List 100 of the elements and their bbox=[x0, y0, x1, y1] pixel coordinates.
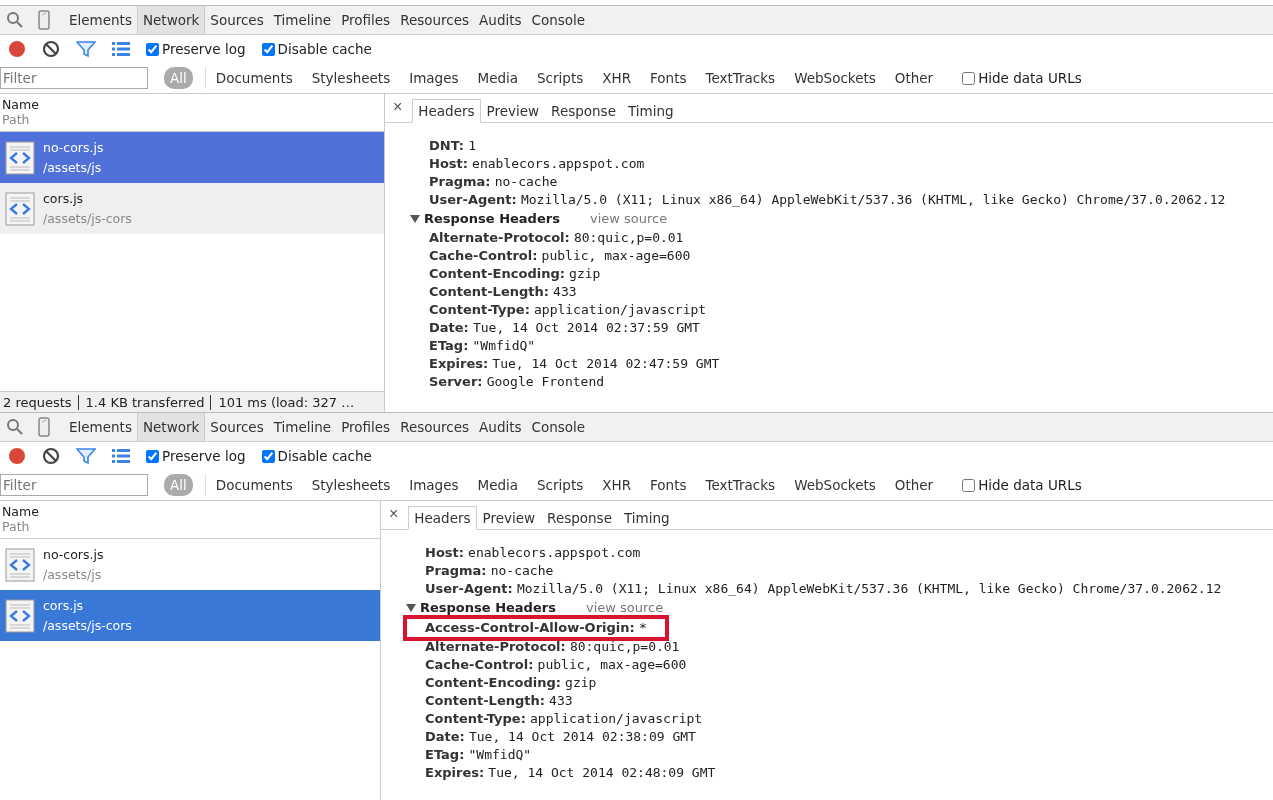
type-filter[interactable]: Documents bbox=[204, 67, 299, 89]
type-filter[interactable]: Images bbox=[403, 67, 465, 89]
status-text: 101 ms (load: 327 … bbox=[210, 394, 361, 410]
request-row[interactable]: cors.js /assets/js-cors bbox=[0, 183, 384, 234]
type-filter[interactable]: Scripts bbox=[531, 67, 590, 89]
type-filter[interactable]: Images bbox=[403, 474, 465, 496]
filter-field[interactable]: Filter bbox=[0, 474, 148, 496]
panel-tab[interactable]: Audits bbox=[474, 6, 527, 34]
status-text: 1.4 KB transferred bbox=[77, 394, 211, 410]
header-line: Content-Encoding: gzip bbox=[428, 265, 601, 283]
panel-tab[interactable]: Network bbox=[136, 413, 206, 441]
phone-icon[interactable] bbox=[38, 417, 50, 437]
filter-icon[interactable] bbox=[76, 447, 96, 465]
close-button[interactable]: × bbox=[391, 98, 413, 122]
request-name: no-cors.js bbox=[43, 140, 104, 155]
panel-tab[interactable]: Console bbox=[526, 6, 591, 34]
checkbox[interactable] bbox=[962, 71, 976, 85]
clear-icon[interactable] bbox=[42, 447, 60, 465]
panel-tab[interactable]: Elements bbox=[64, 6, 137, 34]
disclosure-triangle-icon[interactable] bbox=[410, 215, 420, 223]
panel-tab[interactable]: Network bbox=[136, 6, 206, 34]
panel-tab[interactable]: Sources bbox=[205, 413, 269, 441]
disclosure-triangle-icon[interactable] bbox=[406, 604, 416, 612]
filter-field[interactable]: Filter bbox=[0, 67, 148, 89]
type-filter[interactable]: TextTracks bbox=[699, 474, 782, 496]
type-filter[interactable]: Media bbox=[471, 474, 525, 496]
panel-tab[interactable]: Resources bbox=[395, 6, 475, 34]
type-filter[interactable]: WebSockets bbox=[788, 67, 882, 89]
checkbox[interactable] bbox=[261, 42, 275, 56]
detail-tab[interactable]: Headers bbox=[412, 99, 481, 123]
list-view-icon[interactable] bbox=[112, 42, 130, 56]
request-row[interactable]: cors.js /assets/js-cors bbox=[0, 590, 380, 641]
script-file-icon bbox=[5, 598, 35, 633]
type-filter[interactable]: WebSockets bbox=[788, 474, 882, 496]
type-filter[interactable]: XHR bbox=[596, 474, 638, 496]
list-view-icon[interactable] bbox=[112, 449, 130, 463]
header-line: Content-Type: application/javascript bbox=[428, 301, 707, 319]
type-filter[interactable]: Fonts bbox=[644, 67, 693, 89]
request-path: /assets/js-cors bbox=[43, 211, 132, 226]
checkbox[interactable] bbox=[962, 478, 976, 492]
type-filter[interactable]: XHR bbox=[596, 67, 638, 89]
checkbox[interactable] bbox=[146, 449, 159, 463]
filter-icon[interactable] bbox=[76, 40, 96, 58]
request-row[interactable]: no-cors.js /assets/js bbox=[0, 539, 380, 590]
header-line: Access-Control-Allow-Origin: * bbox=[424, 619, 647, 637]
panel-tab[interactable]: Timeline bbox=[268, 413, 337, 441]
request-row[interactable]: no-cors.js /assets/js bbox=[0, 132, 384, 183]
header-line: Content-Length: 433 bbox=[424, 692, 573, 710]
detail-tab[interactable]: Response bbox=[541, 506, 618, 530]
section-title: Response Headers bbox=[424, 210, 561, 228]
panel-tab[interactable]: Resources bbox=[395, 413, 475, 441]
type-filter[interactable]: Documents bbox=[204, 474, 299, 496]
phone-icon[interactable] bbox=[38, 10, 50, 30]
close-button[interactable]: × bbox=[387, 505, 409, 529]
detail-tab[interactable]: Timing bbox=[617, 506, 676, 530]
header-line: Alternate-Protocol: 80:quic,p=0.01 bbox=[428, 229, 684, 247]
record-icon[interactable] bbox=[8, 40, 26, 58]
checkbox-label: Hide data URLs bbox=[978, 477, 1082, 493]
header-line: Expires: Tue, 14 Oct 2014 02:48:09 GMT bbox=[424, 764, 716, 782]
panel-tab[interactable]: Profiles bbox=[336, 413, 396, 441]
detail-tab[interactable]: Preview bbox=[476, 506, 542, 530]
clear-icon[interactable] bbox=[42, 40, 60, 58]
column-header[interactable]: Name bbox=[2, 97, 382, 112]
type-filter[interactable]: Other bbox=[888, 67, 940, 89]
header-line: Content-Encoding: gzip bbox=[424, 674, 597, 692]
type-filter[interactable]: Fonts bbox=[644, 474, 693, 496]
checkbox-label: Disable cache bbox=[277, 41, 372, 57]
header-line: Pragma: no-cache bbox=[428, 173, 558, 191]
header-line: User-Agent: Mozilla/5.0 (X11; Linux x86_64) AppleWebKit/537.36 (KHTML, like Gecko) Chrome/37.0.2062.12 bbox=[428, 191, 1226, 209]
column-header[interactable]: Name bbox=[2, 504, 378, 519]
checkbox[interactable] bbox=[146, 42, 159, 56]
request-name: cors.js bbox=[43, 191, 85, 206]
search-icon[interactable] bbox=[6, 418, 24, 436]
type-filter[interactable]: Stylesheets bbox=[305, 474, 397, 496]
view-source-link[interactable]: view source bbox=[586, 598, 664, 618]
type-filter[interactable]: Scripts bbox=[531, 474, 590, 496]
detail-tab[interactable]: Preview bbox=[480, 99, 546, 123]
header-line: Cache-Control: public, max-age=600 bbox=[428, 247, 691, 265]
panel-tab[interactable]: Profiles bbox=[336, 6, 396, 34]
panel-tab[interactable]: Timeline bbox=[268, 6, 337, 34]
header-line: ETag: "WmfidQ" bbox=[424, 746, 532, 764]
type-filter[interactable]: Stylesheets bbox=[305, 67, 397, 89]
panel-tab[interactable]: Console bbox=[526, 413, 591, 441]
checkbox-label: Preserve log bbox=[162, 41, 246, 57]
type-filter[interactable]: Media bbox=[471, 67, 525, 89]
detail-tab[interactable]: Response bbox=[545, 99, 622, 123]
panel-tab[interactable]: Elements bbox=[64, 413, 137, 441]
panel-tab[interactable]: Sources bbox=[205, 6, 269, 34]
header-line: Content-Type: application/javascript bbox=[424, 710, 703, 728]
checkbox[interactable] bbox=[261, 449, 275, 463]
type-filter[interactable]: TextTracks bbox=[699, 67, 782, 89]
panel-tab[interactable]: Audits bbox=[474, 413, 527, 441]
type-filter[interactable]: Other bbox=[888, 474, 940, 496]
search-icon[interactable] bbox=[6, 11, 24, 29]
script-file-icon bbox=[5, 140, 35, 175]
view-source-link[interactable]: view source bbox=[590, 209, 668, 229]
detail-tab[interactable]: Headers bbox=[408, 506, 477, 530]
header-line: Date: Tue, 14 Oct 2014 02:38:09 GMT bbox=[424, 728, 696, 746]
detail-tab[interactable]: Timing bbox=[621, 99, 680, 123]
record-icon[interactable] bbox=[8, 447, 26, 465]
